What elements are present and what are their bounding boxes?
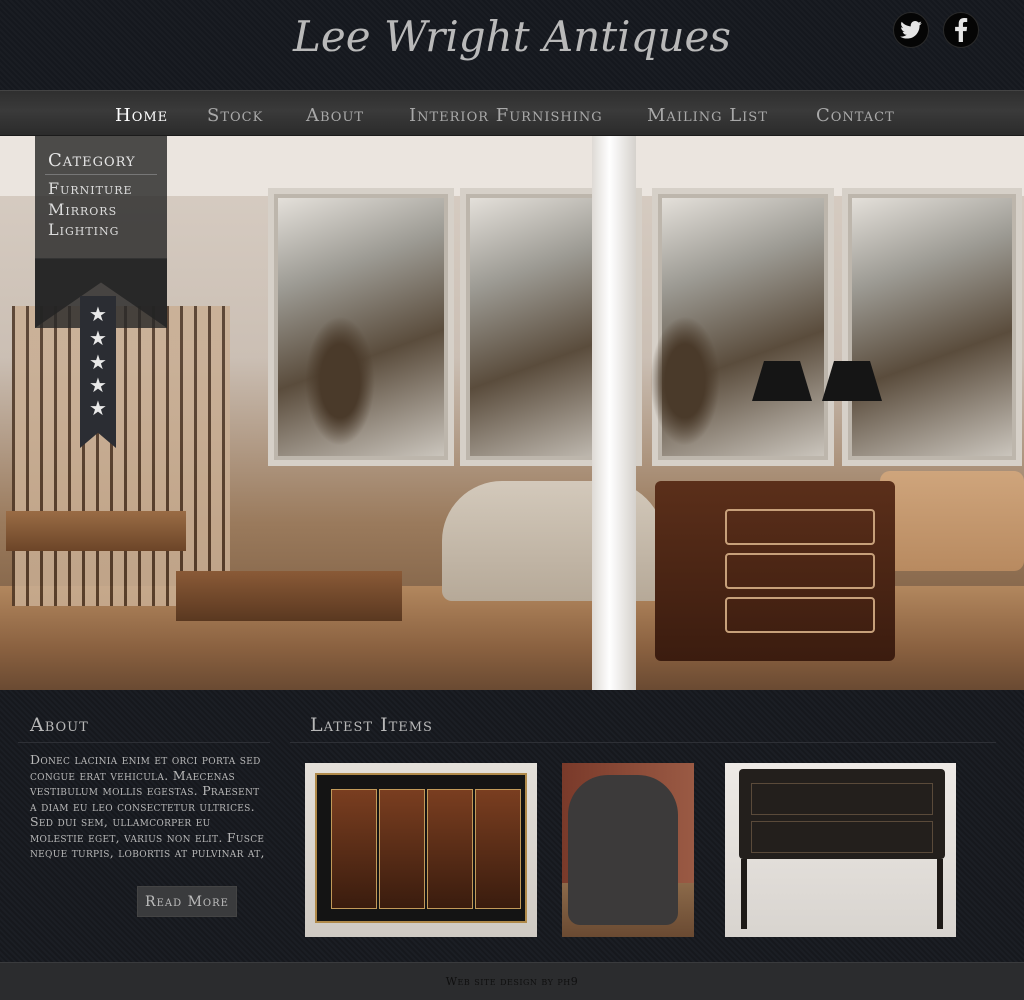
nav-home[interactable]: Home — [115, 105, 168, 126]
nav-about[interactable]: About — [306, 105, 364, 126]
star-icon: ★ — [89, 396, 107, 420]
twitter-icon — [900, 21, 922, 39]
read-more-button[interactable]: Read More — [137, 886, 237, 917]
facebook-icon — [955, 18, 968, 42]
nav-stock[interactable]: Stock — [207, 105, 263, 126]
chest-legs — [741, 859, 943, 929]
plant-left — [305, 316, 375, 446]
cabinet-door — [331, 789, 377, 909]
chest-drawer — [751, 783, 933, 815]
about-title: About — [30, 714, 89, 736]
latest-items-title: Latest Items — [310, 714, 433, 736]
divider — [18, 742, 270, 743]
category-item-mirrors[interactable]: Mirrors — [48, 200, 117, 219]
cabinet-door — [427, 789, 473, 909]
nav-contact[interactable]: Contact — [816, 105, 895, 126]
armchair-image — [568, 775, 678, 925]
content-section: About Donec lacinia enim et orci porta s… — [0, 690, 1024, 962]
commode-drawer — [725, 597, 875, 633]
about-text: Donec lacinia enim et orci porta sed con… — [30, 752, 265, 860]
star-icon: ★ — [89, 326, 107, 350]
latest-item-cabinet[interactable] — [305, 763, 537, 937]
star-icon: ★ — [89, 302, 107, 326]
chest-image — [739, 769, 945, 859]
category-item-lighting[interactable]: Lighting — [48, 220, 119, 239]
nav-mailing-list[interactable]: Mailing List — [647, 105, 768, 126]
plant-right — [650, 316, 720, 446]
facebook-link[interactable] — [943, 12, 979, 48]
site-logo[interactable]: Lee Wright Antiques — [0, 12, 1024, 61]
mirror-4 — [842, 188, 1022, 466]
latest-item-armchair[interactable] — [562, 763, 694, 937]
pillar — [592, 136, 636, 690]
twitter-link[interactable] — [893, 12, 929, 48]
divider — [45, 174, 157, 175]
cabinet-door — [379, 789, 425, 909]
nav-interior-furnishing[interactable]: Interior Furnishing — [409, 105, 603, 126]
divider — [290, 742, 996, 743]
coffee-table — [176, 571, 402, 621]
side-table — [6, 511, 186, 551]
stars-ribbon: ★ ★ ★ ★ ★ — [80, 296, 116, 448]
chest-drawer — [751, 821, 933, 853]
cabinet-image — [315, 773, 527, 923]
footer-credit: Web site design by ph9 — [445, 975, 579, 988]
category-item-furniture[interactable]: Furniture — [48, 179, 133, 198]
category-title: Category — [48, 150, 136, 171]
commode-drawer — [725, 553, 875, 589]
commode — [655, 481, 895, 661]
star-icon: ★ — [89, 373, 107, 397]
site-footer: Web site design by ph9 — [0, 962, 1024, 1000]
main-nav: Home Stock About Interior Furnishing Mai… — [0, 90, 1024, 136]
site-header: Lee Wright Antiques — [0, 0, 1024, 90]
cabinet-door — [475, 789, 521, 909]
latest-item-chest[interactable] — [725, 763, 956, 937]
star-icon: ★ — [89, 350, 107, 374]
commode-drawer — [725, 509, 875, 545]
iron-screen — [12, 306, 230, 606]
sofa-right — [880, 471, 1024, 571]
